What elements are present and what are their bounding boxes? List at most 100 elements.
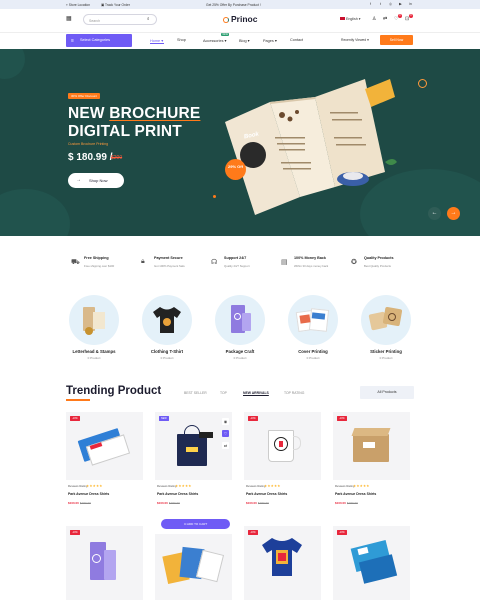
features-row: ⛟ Free Shipping Free shipping over $100 🔒︎… [66,249,414,279]
product-image [66,412,143,480]
product-card[interactable]: -10% Reviews Rating ★★★★★ Park Avenue Dr… [66,412,143,505]
product-name[interactable]: Park Avenue Dress Shirts [246,492,287,496]
add-to-cart-label: ADD TO CART [187,522,208,526]
tab-top-rating[interactable]: TOP RATING [284,391,304,395]
truck-icon: ⛟ [71,259,80,266]
select-categories-button[interactable]: ≡ Select Categories [66,34,132,47]
search-input[interactable]: Search [83,14,157,25]
youtube-icon[interactable]: ▶ [398,2,403,7]
brochure-illustration [225,79,397,215]
compare-icon[interactable]: ⇄ [383,16,387,22]
slider-next-button[interactable]: → [447,207,460,220]
hero-cloud-decor [0,189,70,236]
nav-accessories-label: Accessories [203,39,224,43]
instagram-icon[interactable]: ◎ [388,2,393,7]
site-logo[interactable]: Prinoc [223,14,257,24]
compare-icon[interactable]: ⇄ [222,442,229,449]
nav-pages[interactable]: Pages ▾ [263,38,277,43]
category-name: Package Craft [225,349,255,354]
category-name: Clothing T-Shirt [150,349,184,354]
product-card[interactable]: -10% [66,526,143,600]
product-name[interactable]: Park Avenue Dress Shirts [335,492,376,496]
new-tag: NEW [221,33,230,36]
all-products-button[interactable]: All Products [360,386,414,399]
hero-cloud-decor [0,49,25,79]
category-count: 0 Product [306,356,320,360]
sale-badge: -10% [337,416,347,421]
product-image [333,412,410,480]
flag-icon [340,17,345,20]
category-cover[interactable]: Cover Printing 0 Product [283,295,343,360]
tab-best-seller[interactable]: BEST SELLER [184,391,207,395]
user-icon[interactable]: ♙ [372,16,376,22]
nav-blog[interactable]: Blog ▾ [239,38,250,43]
hero-title-brand: BROCHURE [109,105,201,122]
recently-viewed-label: Recently Viewed [341,38,367,42]
sale-badge: -10% [248,416,258,421]
category-name: Letterhead & Stamps [72,349,116,354]
top-bar: ⌖ Store Location ▣ Track Your Order Get … [0,0,480,9]
product-card[interactable]: NEW ◉ ♡ ⇄ Reviews Rating ★★★★★ Park Aven… [155,412,232,505]
sell-now-button[interactable]: Sell Now [380,35,413,45]
quick-view-tooltip [199,432,213,438]
feature-subtitle: Got 100% Payment Safe [154,264,185,268]
tab-new-arrivals[interactable]: NEW ARRIVALS [243,391,269,395]
category-image [142,295,192,345]
product-image [244,526,321,600]
language-select[interactable]: English ▾ [340,17,361,21]
tab-top[interactable]: TOP [220,391,227,395]
category-image [361,295,411,345]
feature-quality: ✪ Quality Products Best Quality Products [346,249,415,279]
category-clothing[interactable]: Clothing T-Shirt 0 Product [137,295,197,360]
shop-now-button[interactable]: → Shop Now [68,173,124,188]
nav-active-underline [150,43,164,44]
rating-stars: ★★★★★ [264,483,281,488]
store-location-link[interactable]: ⌖ Store Location [66,3,90,7]
discount-badge: 29% Off [225,159,246,180]
store-location-label: Store Location [68,2,91,7]
feature-subtitle: Best Quality Products [364,264,391,268]
hero-subtitle: Custom Brochure Printing [68,142,109,146]
facebook-icon[interactable]: f [368,2,373,7]
nav-shop[interactable]: Shop [177,38,186,42]
hero-title: NEW BROCHURE DIGITAL PRINT [68,105,200,141]
linkedin-icon[interactable]: in [408,2,413,7]
product-card[interactable]: -10% Reviews Rating ★★★★★ Park Avenue Dr… [333,412,410,505]
nav-contact[interactable]: Contact [290,38,303,42]
category-sticker[interactable]: Sticker Printing 0 Product [356,295,416,360]
search-placeholder: Search [89,18,101,23]
review-label: Reviews Rating [68,484,88,488]
product-image [66,526,143,600]
product-old-price: $150.00 [258,501,269,505]
offer-tag: 30% Offer Discount [68,93,100,99]
product-card[interactable]: -10% [244,526,321,600]
grid-menu-icon[interactable]: ▦ [66,16,72,22]
slider-prev-button[interactable]: ← [428,207,441,220]
product-card[interactable]: -10% [333,526,410,600]
add-to-cart-button[interactable]: ⊡ ADD TO CART [161,519,230,529]
rating-stars: ★★★★★ [86,483,103,488]
trending-title: Trending Product [66,385,162,397]
arrow-right-icon: → [76,177,81,183]
product-image [333,526,410,600]
twitter-icon[interactable]: t [378,2,383,7]
language-label: English [346,17,358,21]
search-icon[interactable]: ⌕ [147,16,150,22]
feature-title: Free Shipping [84,256,109,260]
product-image [155,534,232,600]
shop-now-label: Shop Now [89,178,108,183]
product-name[interactable]: Park Avenue Dress Shirts [68,492,109,496]
wishlist-icon[interactable]: ♡ [222,430,229,437]
sale-badge: -10% [337,530,347,535]
recently-viewed-link[interactable]: Recently Viewed ▾ [341,38,369,42]
hero-old-price: $200 [111,155,123,161]
quick-view-icon[interactable]: ◉ [222,418,229,425]
track-order-link[interactable]: ▣ Track Your Order [101,3,130,7]
nav-accessories[interactable]: Accessories ▾ [203,38,226,43]
category-package[interactable]: Package Craft 0 Product [210,295,270,360]
product-card[interactable] [155,534,232,600]
product-card[interactable]: -10% Reviews Rating ★★★★★ Park Avenue Dr… [244,412,321,505]
category-letterhead[interactable]: Letterhead & Stamps 0 Product [64,295,124,360]
sale-badge: -10% [70,530,80,535]
product-name[interactable]: Park Avenue Dress Shirts [157,492,198,496]
